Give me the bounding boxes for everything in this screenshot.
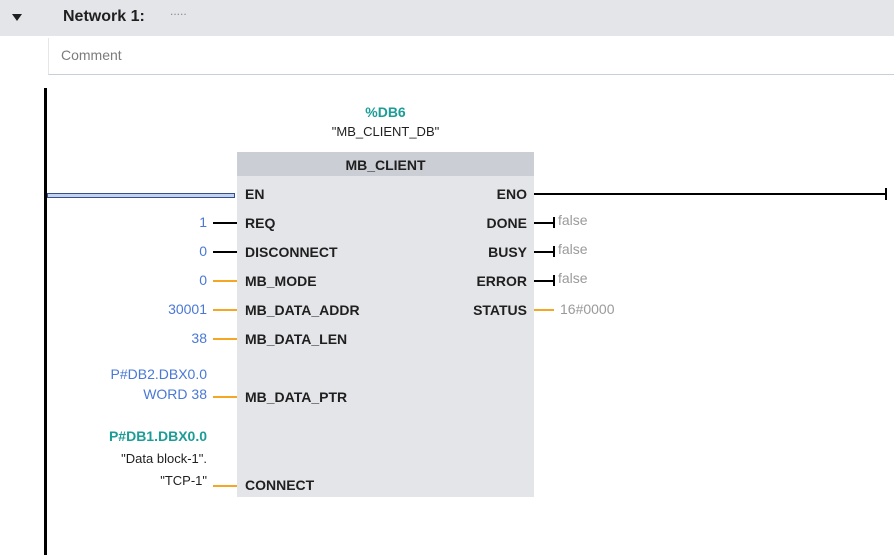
mb-data-len-wire[interactable] [213,338,237,340]
req-value[interactable]: 1 [199,214,207,230]
mb-data-ptr-value-line1[interactable]: P#DB2.DBX0.0 [111,366,208,382]
network-description[interactable]: ..... [170,4,187,18]
pin-eno[interactable]: ENO [497,186,527,202]
disconnect-value[interactable]: 0 [199,243,207,259]
en-wire[interactable] [47,193,235,198]
pin-status[interactable]: STATUS [473,302,527,318]
connect-value-line1[interactable]: "Data block-1". [121,451,207,466]
pin-error[interactable]: ERROR [476,273,527,289]
mb-mode-value[interactable]: 0 [199,272,207,288]
mb-data-ptr-value-line2[interactable]: WORD 38 [143,386,207,402]
error-value: false [558,270,588,286]
pin-busy[interactable]: BUSY [488,244,527,260]
pin-en[interactable]: EN [245,186,264,202]
status-value: 16#0000 [560,301,615,317]
connect-wire[interactable] [213,485,237,487]
busy-value: false [558,241,588,257]
pin-mb-data-len[interactable]: MB_DATA_LEN [245,331,347,347]
pin-connect[interactable]: CONNECT [245,477,314,493]
mb-data-addr-wire[interactable] [213,309,237,311]
network-title[interactable]: Network 1: [63,8,145,26]
status-wire[interactable] [534,309,554,311]
error-wire[interactable] [534,280,554,282]
eno-wire[interactable] [534,193,886,195]
pin-done[interactable]: DONE [487,215,527,231]
function-block[interactable] [237,152,534,497]
connect-value-line2[interactable]: "TCP-1" [160,473,207,488]
eno-wire-end [885,188,887,200]
network-comment-field[interactable]: Comment [48,38,894,75]
mb-data-addr-value[interactable]: 30001 [168,301,207,317]
busy-wire[interactable] [534,251,554,253]
pin-mb-mode[interactable]: MB_MODE [245,273,317,289]
done-value: false [558,212,588,228]
pin-req[interactable]: REQ [245,215,275,231]
pin-mb-data-ptr[interactable]: MB_DATA_PTR [245,389,347,405]
power-rail [44,88,47,555]
req-wire[interactable] [213,222,237,224]
collapse-triangle-icon[interactable] [12,14,22,21]
mb-data-ptr-wire[interactable] [213,396,237,398]
done-wire-end [553,217,555,228]
function-block-name: MB_CLIENT [345,157,426,173]
error-wire-end [553,275,555,286]
instance-db-address[interactable]: %DB6 [237,104,534,120]
connect-address[interactable]: P#DB1.DBX0.0 [109,428,207,444]
instance-db-name[interactable]: "MB_CLIENT_DB" [237,124,534,139]
mb-data-len-value[interactable]: 38 [191,330,207,346]
pin-mb-data-addr[interactable]: MB_DATA_ADDR [245,302,360,318]
mb-mode-wire[interactable] [213,280,237,282]
pin-disconnect[interactable]: DISCONNECT [245,244,338,260]
disconnect-wire[interactable] [213,251,237,253]
busy-wire-end [553,246,555,257]
done-wire[interactable] [534,222,554,224]
comment-placeholder: Comment [61,47,122,63]
